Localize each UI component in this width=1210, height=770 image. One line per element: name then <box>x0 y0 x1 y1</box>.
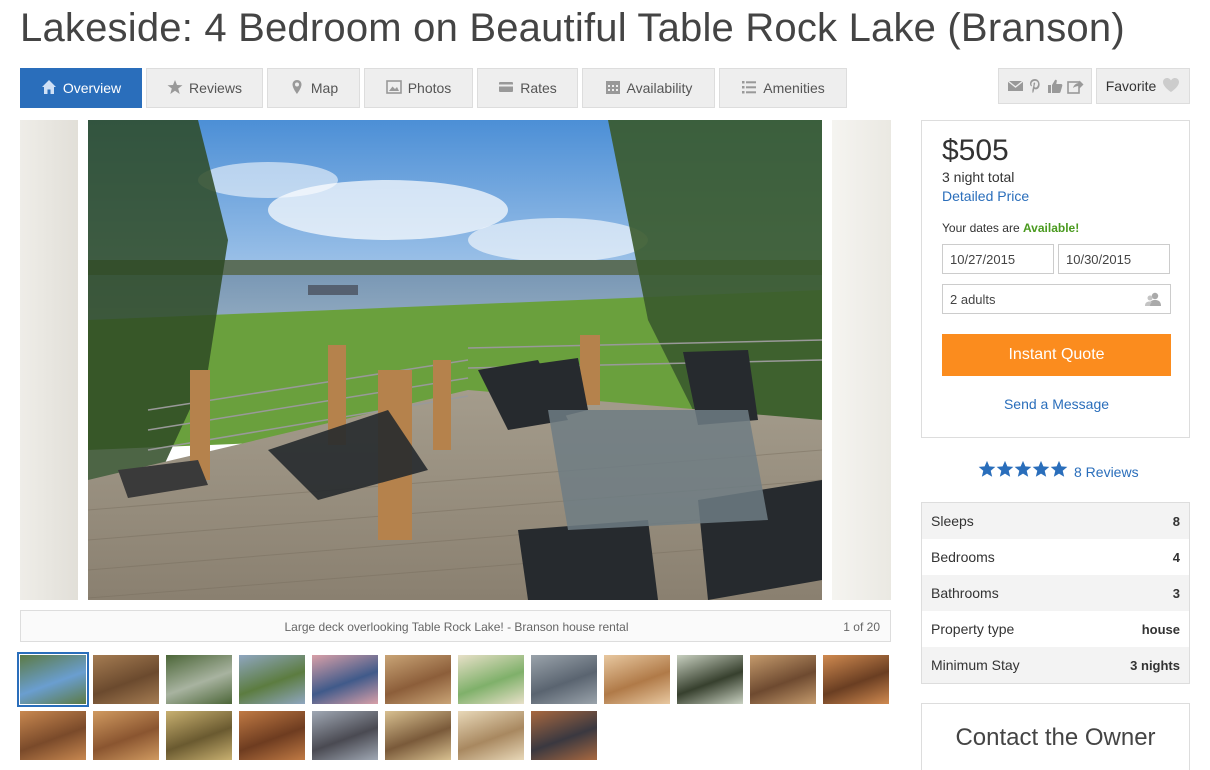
tab-label: Map <box>310 80 339 96</box>
photo-caption: Large deck overlooking Table Rock Lake! … <box>284 620 629 634</box>
tab-label: Availability <box>626 80 693 96</box>
photo-thumbnail[interactable] <box>17 652 89 707</box>
tab-label: Amenities <box>763 80 825 96</box>
instant-quote-button[interactable]: Instant Quote <box>942 334 1171 376</box>
fact-value: 3 <box>1172 585 1180 601</box>
fact-row: Sleeps 8 <box>922 503 1189 539</box>
booking-panel: $505 3 night total Detailed Price Your d… <box>921 120 1190 438</box>
night-total: 3 night total <box>942 169 1015 185</box>
property-facts-table: Sleeps 8 Bedrooms 4 Bathrooms 3 Property type h… <box>921 502 1190 684</box>
checkin-input[interactable]: 10/27/2015 <box>942 244 1054 274</box>
availability-status: Your dates are Available! <box>942 221 1079 235</box>
main-photo[interactable] <box>88 120 822 600</box>
tab-photos[interactable]: Photos <box>364 68 473 108</box>
price: $505 <box>942 134 1009 167</box>
photo-caption-bar: Large deck overlooking Table Rock Lake! … <box>20 610 891 642</box>
photo-thumbnail[interactable] <box>166 711 232 760</box>
home-icon <box>41 79 57 98</box>
fact-value: 3 nights <box>1130 657 1180 673</box>
fact-label: Bedrooms <box>931 549 995 565</box>
tab-availability[interactable]: Availability <box>582 68 715 108</box>
checkout-input[interactable]: 10/30/2015 <box>1058 244 1170 274</box>
fact-row: Minimum Stay 3 nights <box>922 647 1189 683</box>
star-icon <box>996 460 1014 483</box>
photo-thumbnail[interactable] <box>93 655 159 704</box>
favorite-label: Favorite <box>1105 78 1157 94</box>
photo-thumbnail[interactable] <box>312 655 378 704</box>
share-bar <box>998 68 1092 104</box>
tab-bar: Overview Reviews Map Photos Rates Availa… <box>20 68 851 108</box>
star-icon <box>1050 460 1068 483</box>
fact-label: Property type <box>931 621 1015 637</box>
guests-select[interactable]: 2 adults <box>942 284 1171 314</box>
photo-thumbnail[interactable] <box>750 655 816 704</box>
photo-thumbnail[interactable] <box>385 711 451 760</box>
guests-icon <box>1144 291 1162 307</box>
tab-reviews[interactable]: Reviews <box>146 68 263 108</box>
previous-photo-preview[interactable] <box>20 120 78 600</box>
tab-label: Overview <box>62 80 122 96</box>
star-icon <box>1014 460 1032 483</box>
star-icon <box>978 460 996 483</box>
star-icon <box>167 79 183 98</box>
photo-thumbnail[interactable] <box>239 711 305 760</box>
tab-label: Photos <box>407 80 452 96</box>
favorite-button[interactable]: Favorite <box>1096 68 1190 104</box>
photo-counter: 1 of 20 <box>843 620 880 634</box>
map-pin-icon <box>289 79 305 98</box>
star-rating <box>978 460 1068 483</box>
photo-icon <box>385 79 402 98</box>
photo-thumbnail[interactable] <box>531 655 597 704</box>
next-photo-preview[interactable] <box>832 120 891 600</box>
list-icon <box>741 79 757 98</box>
photo-thumbnail[interactable] <box>385 655 451 704</box>
tab-label: Reviews <box>189 80 242 96</box>
photo-thumbnail[interactable] <box>166 655 232 704</box>
contact-owner-title: Contact the Owner <box>955 724 1156 751</box>
photo-thumbnail[interactable] <box>20 711 86 760</box>
reviews-link[interactable]: 8 Reviews <box>1074 464 1139 480</box>
pinterest-icon[interactable] <box>1027 78 1044 94</box>
fact-value: 4 <box>1172 549 1180 565</box>
photo-thumbnail[interactable] <box>312 711 378 760</box>
photo-thumbnail[interactable] <box>823 655 889 704</box>
photo-thumbnail[interactable] <box>458 711 524 760</box>
tab-label: Rates <box>520 80 557 96</box>
guests-value: 2 adults <box>950 292 996 307</box>
tab-map[interactable]: Map <box>267 68 360 108</box>
contact-owner-panel: Contact the Owner <box>921 703 1190 770</box>
send-message-link[interactable]: Send a Message <box>942 396 1171 412</box>
heart-icon <box>1162 77 1180 96</box>
rating-summary: 8 Reviews <box>978 460 1139 483</box>
fact-label: Bathrooms <box>931 585 999 601</box>
fact-row: Bathrooms 3 <box>922 575 1189 611</box>
tab-amenities[interactable]: Amenities <box>719 68 847 108</box>
photo-thumbnail[interactable] <box>604 655 670 704</box>
tab-overview[interactable]: Overview <box>20 68 142 108</box>
thumbs-up-icon[interactable] <box>1047 78 1064 94</box>
fact-row: Property type house <box>922 611 1189 647</box>
star-icon <box>1032 460 1050 483</box>
fact-row: Bedrooms 4 <box>922 539 1189 575</box>
photo-thumbnail[interactable] <box>458 655 524 704</box>
fact-value: house <box>1141 621 1180 637</box>
dates-prefix: Your dates are <box>942 221 1023 235</box>
calendar-icon <box>605 79 621 98</box>
photo-thumbnail[interactable] <box>677 655 743 704</box>
photo-gallery <box>20 120 891 600</box>
rates-icon <box>498 79 514 98</box>
email-icon[interactable] <box>1007 78 1024 94</box>
photo-thumbnail[interactable] <box>531 711 597 760</box>
photo-thumbnail[interactable] <box>93 711 159 760</box>
photo-thumbnail[interactable] <box>239 655 305 704</box>
share-icon[interactable] <box>1066 78 1084 94</box>
fact-value: 8 <box>1172 513 1180 529</box>
tab-rates[interactable]: Rates <box>477 68 578 108</box>
page-title: Lakeside: 4 Bedroom on Beautiful Table R… <box>20 6 1125 50</box>
dates-status: Available! <box>1022 221 1080 235</box>
fact-label: Sleeps <box>931 513 974 529</box>
fact-label: Minimum Stay <box>931 657 1020 673</box>
detailed-price-link[interactable]: Detailed Price <box>942 188 1029 204</box>
